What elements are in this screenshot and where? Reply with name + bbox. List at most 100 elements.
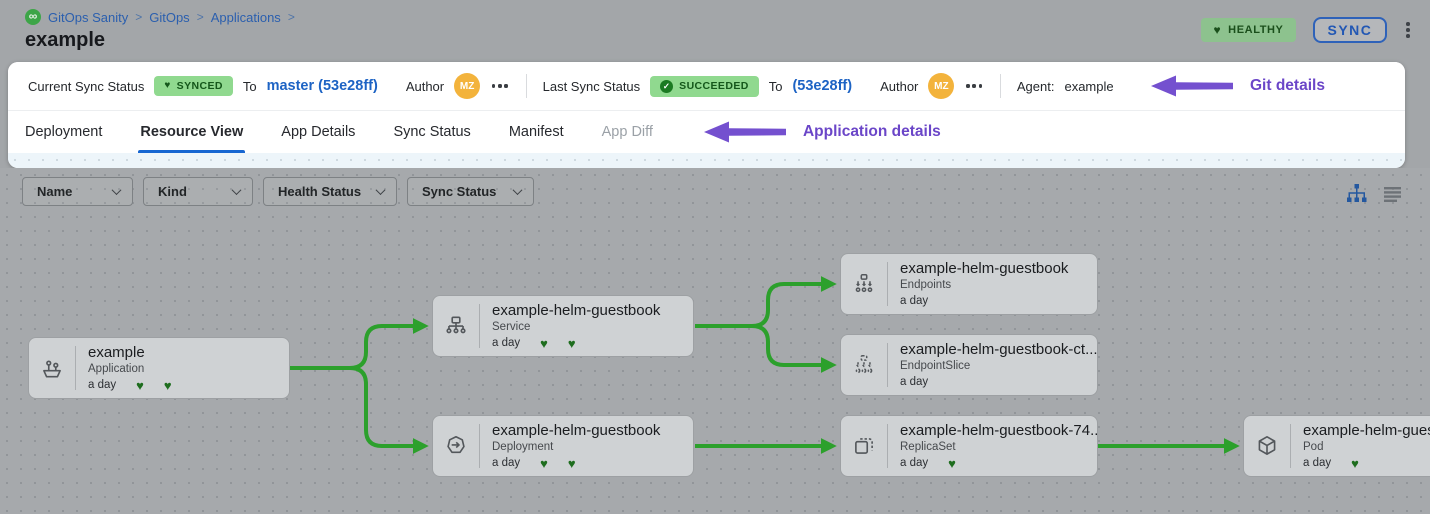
health-heart-icon: ♥ (1351, 457, 1359, 470)
to-label: To (769, 79, 783, 94)
graph-edge-svc-eps (695, 326, 832, 365)
chevron-down-icon (376, 185, 386, 195)
mid-band: Current Sync Status ♥ SYNCED To master (… (0, 62, 1430, 168)
node-kind: Endpoints (900, 278, 1068, 292)
health-heart-icon: ♥ (948, 457, 956, 470)
filter-kind-label: Kind (158, 184, 187, 199)
to-label: To (243, 79, 257, 94)
page-title: example (25, 29, 105, 52)
node-age: a day (1303, 456, 1331, 471)
graph-edge-app-deploy (290, 368, 424, 446)
canvas-spotlight-strip (8, 153, 1405, 168)
tab-sync-status[interactable]: Sync Status (393, 111, 470, 153)
annotation-arrow-icon (1150, 73, 1234, 99)
chevron-down-icon (112, 185, 122, 195)
node-age: a day (88, 378, 116, 393)
tab-app-details[interactable]: App Details (281, 111, 355, 153)
service-icon (433, 296, 479, 356)
view-toggle (1346, 184, 1402, 203)
breadcrumb-gitops[interactable]: GitOps (149, 10, 189, 25)
breadcrumb-gitops-sanity[interactable]: GitOps Sanity (48, 10, 128, 25)
node-age: a day (492, 336, 520, 351)
resource-node-deployment[interactable]: example-helm-guestbook Deployment a day … (432, 415, 694, 477)
node-kind: Application (88, 362, 172, 376)
node-age: a day (900, 375, 928, 390)
author-avatar: MZ (928, 73, 954, 99)
divider (1000, 74, 1001, 98)
breadcrumb-separator: > (135, 10, 142, 24)
sync-button[interactable]: SYNC (1313, 17, 1388, 43)
node-kind: Pod (1303, 440, 1430, 454)
kebab-menu-icon[interactable] (1404, 20, 1412, 40)
breadcrumb-separator: > (288, 10, 295, 24)
node-title: example-helm-guestbook (492, 421, 660, 440)
graph-edge-svc-ep (695, 284, 832, 326)
list-view-icon[interactable] (1384, 186, 1402, 202)
filter-kind[interactable]: Kind (143, 177, 253, 206)
heart-icon: ♥ (164, 81, 170, 91)
breadcrumb: ∞ GitOps Sanity > GitOps > Applications … (25, 9, 295, 25)
node-title: example-helm-guestbook-74... (900, 421, 1091, 440)
health-heart-icon: ♥ (164, 379, 172, 392)
filter-name[interactable]: Name (22, 177, 133, 206)
tab-resource-view[interactable]: Resource View (140, 111, 243, 153)
node-title: example-helm-guest (1303, 421, 1430, 440)
health-badge-label: HEALTHY (1228, 24, 1283, 36)
last-revision-link[interactable]: (53e28ff) (792, 78, 852, 94)
synced-badge: ♥ SYNCED (154, 76, 233, 96)
resource-node-endpoints[interactable]: example-helm-guestbook Endpoints a day (840, 253, 1098, 315)
current-revision-link[interactable]: master (53e28ff) (267, 78, 378, 94)
health-heart-icon: ♥ (540, 337, 548, 350)
tree-view-icon[interactable] (1346, 184, 1367, 203)
resource-node-pod[interactable]: example-helm-guest Pod a day ♥ (1243, 415, 1430, 477)
node-age: a day (900, 456, 928, 471)
chevron-down-icon (232, 185, 242, 195)
sync-status-bar: Current Sync Status ♥ SYNCED To master (… (8, 62, 1405, 110)
node-title: example (88, 343, 172, 362)
application-icon (29, 338, 75, 398)
annotation-arrow-icon (703, 119, 787, 145)
tab-deployment[interactable]: Deployment (25, 111, 102, 153)
author-label: Author (406, 79, 444, 94)
breadcrumb-applications[interactable]: Applications (211, 10, 281, 25)
heart-icon: ♥ (1213, 24, 1221, 36)
node-kind: EndpointSlice (900, 359, 1091, 373)
synced-badge-label: SYNCED (177, 80, 223, 92)
filter-sync-status[interactable]: Sync Status (407, 177, 534, 206)
succeeded-badge-label: SUCCEEDED (679, 80, 749, 92)
filter-health-status[interactable]: Health Status (263, 177, 397, 206)
deployment-icon (433, 416, 479, 476)
divider (526, 74, 527, 98)
header-actions: ♥ HEALTHY SYNC (1201, 17, 1412, 43)
resource-node-replicaset[interactable]: example-helm-guestbook-74... ReplicaSet … (840, 415, 1098, 477)
author-avatar: MZ (454, 73, 480, 99)
more-options-icon[interactable] (490, 82, 509, 89)
endpointslice-icon (841, 335, 887, 395)
node-title: example-helm-guestbook (900, 259, 1068, 278)
node-title: example-helm-guestbook (492, 301, 660, 320)
tab-manifest[interactable]: Manifest (509, 111, 564, 153)
last-sync-group: Last Sync Status ✓ SUCCEEDED To (53e28ff… (543, 73, 984, 99)
current-sync-group: Current Sync Status ♥ SYNCED To master (… (28, 73, 510, 99)
resource-node-application[interactable]: example Application a day ♥ ♥ (28, 337, 290, 399)
health-heart-icon: ♥ (540, 457, 548, 470)
application-details-annotation-label: Application details (803, 123, 941, 141)
health-heart-icon: ♥ (136, 379, 144, 392)
tab-app-diff[interactable]: App Diff (602, 111, 653, 153)
more-options-icon[interactable] (964, 82, 983, 89)
agent-label: Agent: (1017, 79, 1055, 94)
health-heart-icon: ♥ (568, 457, 576, 470)
breadcrumb-separator: > (197, 10, 204, 24)
chevron-down-icon (513, 185, 523, 195)
author-label: Author (880, 79, 918, 94)
resource-node-service[interactable]: example-helm-guestbook Service a day ♥ ♥ (432, 295, 694, 357)
graph-edge-app-svc (290, 326, 424, 368)
node-kind: ReplicaSet (900, 440, 1091, 454)
resource-node-endpointslice[interactable]: example-helm-guestbook-ct... EndpointSli… (840, 334, 1098, 396)
git-details-annotation: Git details (1150, 62, 1325, 110)
agent-value: example (1064, 79, 1113, 94)
agent-group: Agent: example (1017, 79, 1114, 94)
health-heart-icon: ♥ (568, 337, 576, 350)
application-details-annotation: Application details (703, 111, 941, 153)
gitops-logo-icon: ∞ (25, 9, 41, 25)
